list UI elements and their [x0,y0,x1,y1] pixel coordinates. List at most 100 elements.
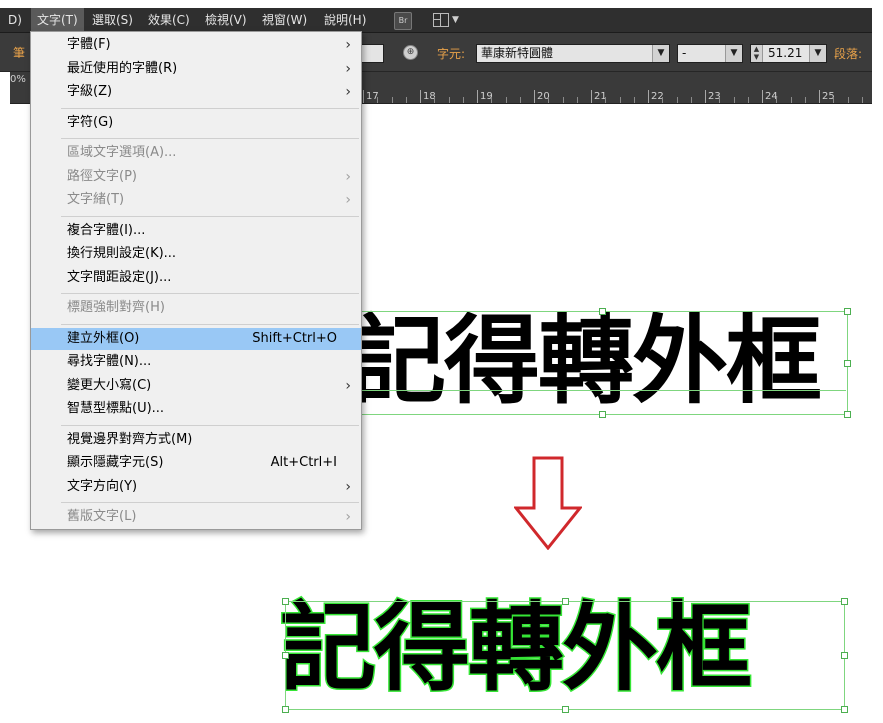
ruler-minor-tick [619,97,621,103]
resize-handle[interactable] [844,411,851,418]
menu-item-label: 區域文字選項(A)... [67,145,177,160]
menu-item[interactable]: 智慧型標點(U)... [31,398,361,420]
menu-item[interactable]: 字體(F) › [31,34,361,56]
ruler-minor-tick [776,97,778,103]
stroke-field[interactable] [360,44,384,63]
menu-item-label: 舊版文字(L) [67,509,137,524]
resize-handle[interactable] [599,308,606,315]
submenu-arrow-icon: › [345,509,351,525]
globe-icon[interactable]: ⊕ [403,45,418,60]
outline-bounding-box[interactable] [282,598,848,713]
menu-item[interactable]: 文字間距設定(J)... [31,267,361,289]
arrange-documents-icon[interactable] [433,13,449,27]
menu-item-label: 智慧型標點(U)... [67,401,165,416]
menu-select[interactable]: 選取(S) [92,8,133,32]
ruler-major-tick [591,90,592,103]
menu-bar: D) 文字(T) 選取(S) 效果(C) 檢視(V) 視窗(W) 說明(H) B… [0,8,872,33]
resize-handle[interactable] [844,360,851,367]
ruler-minor-tick [833,97,835,103]
ruler-major-tick [420,90,421,103]
submenu-arrow-icon: › [345,60,351,77]
ruler-major-tick [477,90,478,103]
menu-item: 區域文字選項(A)... [31,142,361,164]
menu-view[interactable]: 檢視(V) [205,8,247,32]
character-panel-link[interactable]: 字元: [437,45,465,62]
menu-item-label: 變更大小寫(C) [67,377,152,393]
submenu-arrow-icon: › [345,37,351,53]
menu-item-label: 視覺邊界對齊方式(M) [67,431,193,447]
ruler-major-tick [762,90,763,103]
menu-item[interactable]: 顯示隱藏字元(S) Alt+Ctrl+I [31,452,361,474]
submenu-arrow-icon: › [345,192,351,208]
paragraph-panel-link[interactable]: 段落: [834,45,862,62]
ruler-minor-tick [505,97,507,103]
ruler-minor-tick [562,97,564,103]
menu-item[interactable]: 尋找字體(N)... [31,351,361,373]
menu-item-label: 尋找字體(N)... [67,354,152,369]
menu-type[interactable]: 文字(T) [31,8,84,32]
resize-handle[interactable] [282,598,289,605]
ruler-minor-tick [405,97,407,103]
resize-handle[interactable] [562,706,569,713]
ruler-minor-tick [804,97,806,103]
menu-item[interactable]: 建立外框(O) Shift+Ctrl+O [31,327,361,350]
menu-item[interactable]: 文字方向(Y) › [31,476,361,498]
menu-item[interactable]: 複合字體(I)... [31,220,361,242]
down-arrow-icon [514,456,582,550]
ruler-major-tick [705,90,706,103]
resize-handle[interactable] [841,652,848,659]
ruler-minor-tick [847,97,849,103]
menu-item-label: 換行規則設定(K)... [67,246,177,261]
menu-item[interactable]: 變更大小寫(C) › [31,375,361,397]
menu-item: 舊版文字(L) › [31,506,361,528]
menu-item-label: 字體(F) [67,37,111,52]
bridge-icon[interactable]: Br [394,12,412,30]
menu-item[interactable]: 換行規則設定(K)... [31,243,361,265]
menu-separator [61,293,359,294]
chevron-down-icon[interactable]: ▼ [652,45,669,62]
ruler-minor-tick [605,97,607,103]
submenu-arrow-icon: › [345,478,351,495]
ruler-major-tick [648,90,649,103]
menu-item-label: 字符(G) [67,114,114,130]
resize-handle[interactable] [844,308,851,315]
menu-item[interactable]: 字符(G) [31,112,361,134]
font-style-select[interactable]: - ▼ [677,44,743,63]
menu-item[interactable]: 最近使用的字體(R) › [31,58,361,80]
ruler-major-tick [534,90,535,103]
font-size-field[interactable]: ▲ ▼ 51.21 ▼ [750,44,827,63]
resize-handle[interactable] [841,706,848,713]
ruler-minor-tick [690,97,692,103]
resize-handle[interactable] [282,652,289,659]
resize-handle[interactable] [841,598,848,605]
ruler-minor-tick [790,97,792,103]
ruler-minor-tick [391,97,393,103]
ruler-minor-tick [576,97,578,103]
chevron-down-icon[interactable]: ▼ [725,45,742,62]
menu-item[interactable]: 視覺邊界對齊方式(M) [31,429,361,451]
stroke-label[interactable]: 筆 [13,44,25,61]
submenu-arrow-icon: › [345,84,351,100]
menu-help[interactable]: 說明(H) [324,8,366,32]
menu-effect[interactable]: 效果(C) [148,8,190,32]
menu-item-label: 字級(Z) [67,84,113,99]
menu-item-label: 路徑文字(P) [67,168,137,184]
resize-handle[interactable] [599,411,606,418]
ruler-major-tick [363,90,364,103]
stepper-icon[interactable]: ▲ ▼ [751,45,763,62]
menu-object-partial[interactable]: D) [8,8,22,32]
menu-window[interactable]: 視窗(W) [262,8,307,32]
menu-item[interactable]: 字級(Z) › [31,81,361,103]
ruler-minor-tick [462,97,464,103]
resize-handle[interactable] [282,706,289,713]
menu-item-label: 建立外框(O) [67,330,140,346]
font-family-select[interactable]: 華康新特圓體 ▼ [476,44,670,63]
ruler-minor-tick [491,97,493,103]
menu-item-label: 最近使用的字體(R) [67,60,178,76]
ruler-minor-tick [861,97,863,103]
resize-handle[interactable] [562,598,569,605]
menu-item-shortcut: Alt+Ctrl+I [270,455,337,470]
chevron-down-icon[interactable]: ▼ [452,8,459,32]
selection-bounding-box[interactable] [354,308,851,418]
chevron-down-icon[interactable]: ▼ [809,45,826,62]
